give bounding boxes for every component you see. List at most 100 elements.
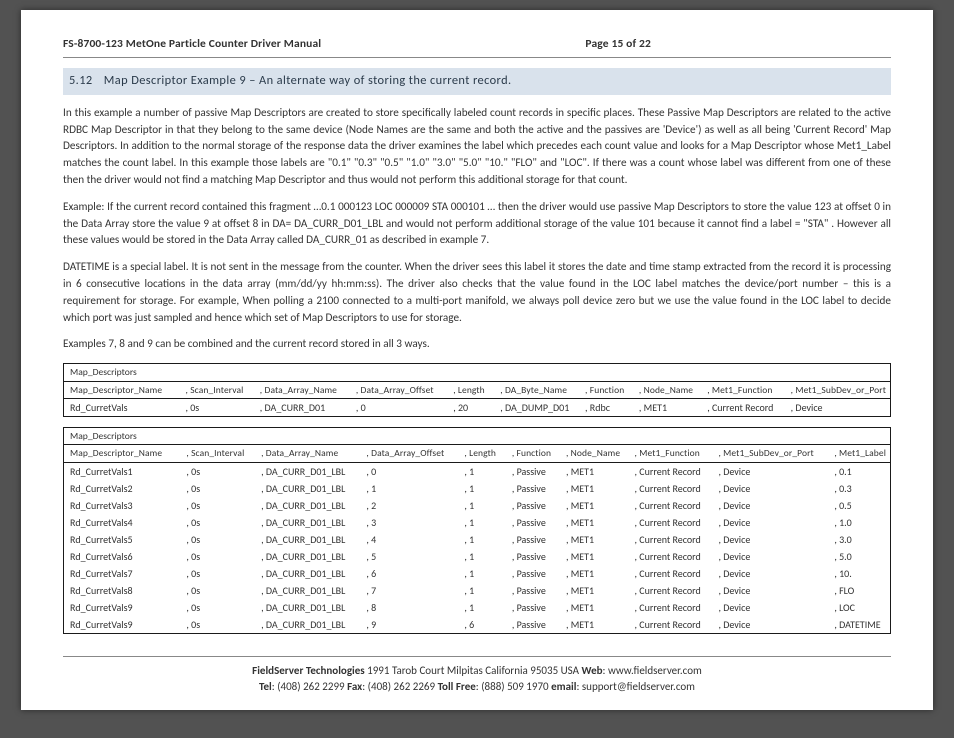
table-cell: , 8 <box>360 599 458 616</box>
table-cell: , MET1 <box>560 548 629 565</box>
table-cell: , Node_Name <box>560 445 629 462</box>
table-row: Rd_CurretVals3, 0s, DA_CURR_D01_LBL, 2, … <box>64 497 891 514</box>
page-number: Page 15 of 22 <box>585 36 891 53</box>
table-cell: , 0s <box>180 616 255 634</box>
table-cell: , MET1 <box>560 582 629 599</box>
table-cell: , Current Record <box>701 398 784 416</box>
table-cell: , Met1_SubDev_or_Port <box>785 381 891 398</box>
document-page: FS-8700-123 MetOne Particle Counter Driv… <box>21 10 933 710</box>
table-cell: , 0s <box>180 480 255 497</box>
table-cell: , 6 <box>360 565 458 582</box>
table-cell: , Node_Name <box>633 381 701 398</box>
table-cell: , 9 <box>360 616 458 634</box>
table-cell: Rd_CurretVals8 <box>64 582 181 599</box>
table-cell: , Passive <box>506 565 560 582</box>
table-cell: , MET1 <box>560 480 629 497</box>
table-cell: , Function <box>579 381 633 398</box>
table-cell: , 2 <box>360 497 458 514</box>
config-table-2: Map_Descriptors Map_Descriptor_Name, Sca… <box>63 427 891 634</box>
table-cell: , Current Record <box>629 480 713 497</box>
table-row: Rd_CurretVals6, 0s, DA_CURR_D01_LBL, 5, … <box>64 548 891 565</box>
table-cell: , 1.0 <box>828 514 890 531</box>
table-cell: , DA_CURR_D01_LBL <box>255 531 360 548</box>
footer-web-label: Web <box>582 664 603 677</box>
table-cell: , 0s <box>180 565 255 582</box>
table-cell: , 4 <box>360 531 458 548</box>
table-cell: , Met1_Function <box>629 445 713 462</box>
table-cell: , DA_CURR_D01_LBL <box>255 480 360 497</box>
table-cell: , Current Record <box>629 462 713 480</box>
table-cell: , Met1_SubDev_or_Port <box>712 445 828 462</box>
table-row: Rd_CurretVals8, 0s, DA_CURR_D01_LBL, 7, … <box>64 582 891 599</box>
table-cell: , 0s <box>180 582 255 599</box>
table-cell: , Met1_Function <box>701 381 784 398</box>
table-cell: , Current Record <box>629 616 713 634</box>
footer-tollfree: : (888) 509 1970 <box>476 680 551 693</box>
table-cell: , Current Record <box>629 497 713 514</box>
table-cell: , Data_Array_Name <box>254 381 350 398</box>
table-cell: Map_Descriptor_Name <box>64 381 180 398</box>
table-cell: , 6 <box>458 616 505 634</box>
table-cell: Rd_CurretVals6 <box>64 548 181 565</box>
table-cell: Rd_CurretVals9 <box>64 616 181 634</box>
table-cell: , Data_Array_Offset <box>360 445 458 462</box>
table-cell: , LOC <box>828 599 890 616</box>
table-title: Map_Descriptors <box>64 364 891 381</box>
table-cell: , Device <box>712 565 828 582</box>
footer-tel-label: Tel <box>259 680 272 693</box>
table-cell: , 1 <box>458 497 505 514</box>
table-cell: , Device <box>712 480 828 497</box>
table-cell: , 0.5 <box>828 497 890 514</box>
table-cell: , 5 <box>360 548 458 565</box>
table-cell: , MET1 <box>560 497 629 514</box>
table-cell: , Passive <box>506 582 560 599</box>
doc-title: FS-8700-123 MetOne Particle Counter Driv… <box>63 36 321 53</box>
table-cell: , DA_CURR_D01_LBL <box>255 548 360 565</box>
table-cell: , Current Record <box>629 514 713 531</box>
table-cell: , 1 <box>458 462 505 480</box>
section-title-text: Map Descriptor Example 9 – An alternate … <box>104 73 512 88</box>
table-cell: , 0s <box>180 531 255 548</box>
table-cell: Rd_CurretVals <box>64 398 180 416</box>
table-cell: , Current Record <box>629 531 713 548</box>
table-cell: , MET1 <box>560 565 629 582</box>
table-cell: , 3.0 <box>828 531 890 548</box>
table-cell: , 0.3 <box>828 480 890 497</box>
table-cell: , Device <box>712 531 828 548</box>
table-cell: Rd_CurretVals1 <box>64 462 181 480</box>
header-rule <box>63 57 891 58</box>
table-cell: , MET1 <box>560 599 629 616</box>
table-title: Map_Descriptors <box>64 427 891 444</box>
table-cell: Rd_CurretVals2 <box>64 480 181 497</box>
table-cell: , 1 <box>458 514 505 531</box>
table-cell: , MET1 <box>560 616 629 634</box>
footer-fax-label: Fax <box>347 680 362 693</box>
paragraph: Examples 7, 8 and 9 can be combined and … <box>63 336 891 353</box>
table-cell: , Device <box>712 497 828 514</box>
table-cell: Rd_CurretVals4 <box>64 514 181 531</box>
table-cell: , Passive <box>506 599 560 616</box>
table-cell: Rd_CurretVals3 <box>64 497 181 514</box>
table-cell: , Rdbc <box>579 398 633 416</box>
section-heading: 5.12 Map Descriptor Example 9 – An alter… <box>63 68 891 95</box>
table-cell: , Passive <box>506 462 560 480</box>
table-cell: , Current Record <box>629 565 713 582</box>
table-cell: Rd_CurretVals7 <box>64 565 181 582</box>
table-cell: , Current Record <box>629 599 713 616</box>
table-cell: , Scan_Interval <box>179 381 253 398</box>
table-cell: , FLO <box>828 582 890 599</box>
table-cell: , 0s <box>180 462 255 480</box>
table-cell: , DA_Byte_Name <box>494 381 579 398</box>
table-row: Rd_CurretVals9, 0s, DA_CURR_D01_LBL, 8, … <box>64 599 891 616</box>
table-cell: , 0s <box>180 497 255 514</box>
table-cell: , 7 <box>360 582 458 599</box>
table-cell: , MET1 <box>633 398 701 416</box>
table-cell: Rd_CurretVals9 <box>64 599 181 616</box>
table-cell: , DA_CURR_D01 <box>254 398 350 416</box>
table-cell: , 1 <box>360 480 458 497</box>
table-cell: , 5.0 <box>828 548 890 565</box>
table-cell: , DA_DUMP_D01 <box>494 398 579 416</box>
table-cell: , Passive <box>506 548 560 565</box>
table-row: Rd_CurretVals2, 0s, DA_CURR_D01_LBL, 1 , … <box>64 480 891 497</box>
table-cell: , 3 <box>360 514 458 531</box>
